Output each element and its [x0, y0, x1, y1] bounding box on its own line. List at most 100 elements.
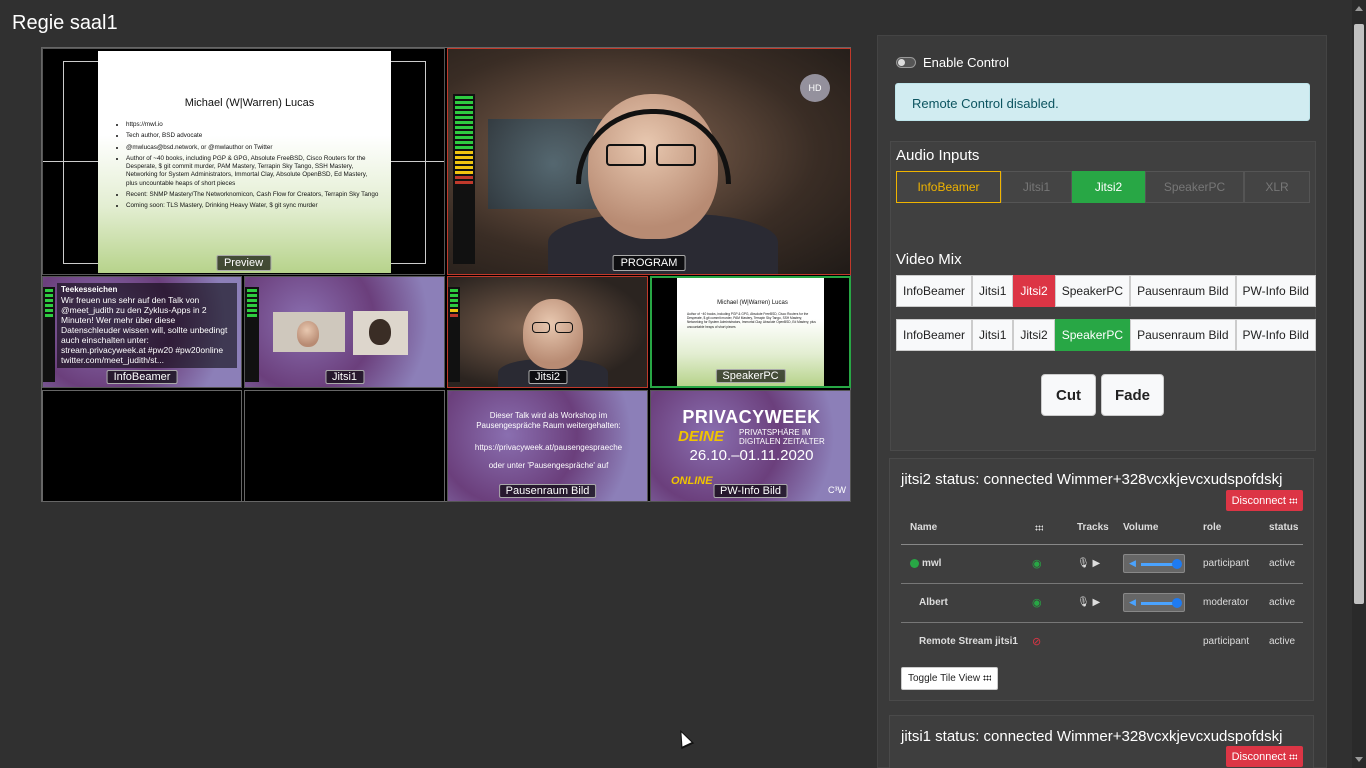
- source-label: Jitsi2: [527, 370, 568, 384]
- source-tile-infobeamer: Teekesseichen Wir freuen uns sehr auf de…: [42, 276, 242, 388]
- tracks-cell: [1068, 622, 1114, 661]
- eye-off-icon[interactable]: ⊘: [1032, 636, 1041, 648]
- tweet-author: Teekesseichen: [61, 285, 118, 294]
- audio-button-speakerpc[interactable]: SpeakerPC: [1145, 171, 1244, 203]
- disconnect-label: Disconnect: [1231, 494, 1286, 507]
- video-mix-program-row: InfoBeamer Jitsi1 Jitsi2 SpeakerPC Pause…: [896, 319, 1316, 351]
- video-button-jitsi1[interactable]: Jitsi1: [972, 275, 1014, 307]
- program-video: [448, 49, 850, 274]
- video-button-speakerpc[interactable]: SpeakerPC: [1054, 319, 1131, 351]
- video-mix-heading: Video Mix: [896, 251, 962, 268]
- source-label: SpeakerPC: [715, 369, 786, 383]
- source-label: InfoBeamer: [106, 370, 178, 384]
- video-button-speakerpc[interactable]: SpeakerPC: [1054, 275, 1131, 307]
- pausenraum-url: https://privacyweek.at/pausengespraeche: [474, 443, 623, 452]
- speakerpc-slide-text: Author of ~40 books, including PGP & GPG…: [687, 312, 816, 329]
- grid-icon: [983, 675, 992, 682]
- pw-info-online: ONLINE: [671, 475, 713, 487]
- multiview: Michael (W|Warren) Lucas https://mwl.io …: [41, 47, 851, 502]
- participants-table: Name Tracks Volume role status mwl ◉ 🎙 ▶…: [901, 512, 1303, 661]
- jitsi1-status-title: jitsi1 status: connected Wimmer+328vcxkj…: [901, 728, 1283, 745]
- participant-role: participant: [1194, 544, 1260, 584]
- video-button-jitsi1[interactable]: Jitsi1: [972, 319, 1014, 351]
- scroll-up-icon[interactable]: [1355, 6, 1363, 11]
- scroll-down-icon[interactable]: [1355, 757, 1363, 762]
- col-volume: Volume: [1114, 512, 1194, 545]
- fade-button[interactable]: Fade: [1101, 374, 1164, 416]
- pausenraum-text: Dieser Talk wird als Workshop im Pauseng…: [476, 411, 621, 430]
- enable-control-label: Enable Control: [923, 55, 1009, 70]
- audio-inputs-group: InfoBeamer Jitsi1 Jitsi2 SpeakerPC XLR: [896, 171, 1310, 203]
- table-row: Remote Stream jitsi1 ⊘ participant activ…: [901, 622, 1303, 661]
- video-button-jitsi2[interactable]: Jitsi2: [1013, 275, 1055, 307]
- online-dot: [910, 558, 919, 568]
- pw-info-subtitle-1: PRIVATSPHÄRE IM: [739, 428, 811, 437]
- participant-name: Remote Stream jitsi1: [919, 636, 1018, 648]
- grid-icon: [1035, 524, 1043, 531]
- enable-control-toggle[interactable]: [896, 57, 916, 68]
- microphone-muted-icon[interactable]: 🎙: [1077, 597, 1090, 608]
- audio-button-xlr[interactable]: XLR: [1244, 171, 1310, 203]
- video-button-pausenraum[interactable]: Pausenraum Bild: [1130, 275, 1236, 307]
- source-tile-jitsi1: Jitsi1: [244, 276, 445, 388]
- tracks-cell: 🎙 ▶: [1068, 583, 1114, 623]
- jitsi1-status-card: jitsi1 status: connected Wimmer+328vcxkj…: [889, 715, 1314, 768]
- volume-cell: ◀: [1114, 544, 1194, 584]
- source-label: PW-Info Bild: [713, 484, 788, 498]
- source-label: Jitsi1: [324, 370, 365, 384]
- camera-icon[interactable]: ▶: [1092, 597, 1100, 608]
- source-tile-pw-info: PRIVACYWEEK DEINE PRIVATSPHÄRE IM DIGITAL…: [650, 390, 851, 502]
- slide-bullet: Recent: SNMP Mastery/The Networknomicon,…: [126, 191, 379, 199]
- participant-status: active: [1260, 544, 1303, 584]
- jitsi2-status-title: jitsi2 status: connected Wimmer+328vcxkj…: [901, 471, 1283, 488]
- scrollbar-thumb[interactable]: [1354, 24, 1364, 604]
- video-button-pw-info[interactable]: PW-Info Bild: [1235, 275, 1316, 307]
- microphone-icon[interactable]: 🎙: [1077, 558, 1090, 569]
- jitsi2-status-card: jitsi2 status: connected Wimmer+328vcxkj…: [889, 458, 1314, 701]
- camera-icon[interactable]: ▶: [1092, 558, 1100, 569]
- video-button-pausenraum[interactable]: Pausenraum Bild: [1130, 319, 1236, 351]
- mix-section: Audio Inputs InfoBeamer Jitsi1 Jitsi2 Sp…: [890, 141, 1316, 451]
- source-tile-jitsi2: Jitsi2: [447, 276, 648, 388]
- audio-button-infobeamer[interactable]: InfoBeamer: [896, 171, 1001, 203]
- volume-slider[interactable]: ◀: [1123, 554, 1185, 573]
- mouse-cursor-icon: [673, 726, 695, 750]
- tracks-cell: 🎙 ▶: [1068, 544, 1114, 584]
- participant-name: Albert: [901, 583, 1023, 623]
- page-scrollbar[interactable]: [1352, 0, 1366, 768]
- eye-icon[interactable]: ◉: [1032, 597, 1042, 609]
- audio-button-jitsi2[interactable]: Jitsi2: [1072, 171, 1145, 203]
- volume-slider[interactable]: ◀: [1123, 593, 1185, 612]
- table-row: Albert ◉ 🎙 ▶ ◀ moderator active: [901, 583, 1303, 623]
- toggle-tile-view-label: Toggle Tile View: [908, 673, 981, 684]
- jitsi2-disconnect-button[interactable]: Disconnect: [1225, 490, 1303, 511]
- visibility-cell: ⊘: [1023, 622, 1068, 661]
- audio-button-jitsi1[interactable]: Jitsi1: [1001, 171, 1072, 203]
- source-label: Pausenraum Bild: [498, 484, 597, 498]
- visibility-cell: ◉: [1023, 583, 1068, 623]
- participant-name-text: mwl: [922, 558, 942, 569]
- participant-role: moderator: [1194, 583, 1260, 623]
- slide-title: Michael (W|Warren) Lucas: [184, 97, 315, 109]
- video-button-jitsi2[interactable]: Jitsi2: [1013, 319, 1055, 351]
- slide-bullets: https://mwl.io Tech author, BSD advocate…: [120, 121, 379, 211]
- audio-inputs-heading: Audio Inputs: [896, 147, 980, 164]
- speakerpc-slide-title: Michael (W|Warren) Lucas: [717, 300, 788, 306]
- remote-control-alert: Remote Control disabled.: [895, 83, 1310, 121]
- preview-label: Preview: [215, 255, 272, 271]
- toggle-tile-view-button[interactable]: Toggle Tile View: [901, 667, 999, 690]
- video-button-infobeamer[interactable]: InfoBeamer: [896, 319, 973, 351]
- slide-bullet: Tech author, BSD advocate: [126, 132, 379, 140]
- video-button-pw-info[interactable]: PW-Info Bild: [1235, 319, 1316, 351]
- video-mix-preview-row: InfoBeamer Jitsi1 Jitsi2 SpeakerPC Pause…: [896, 275, 1316, 307]
- video-button-infobeamer[interactable]: InfoBeamer: [896, 275, 973, 307]
- program-tile: HD PROGRAM: [447, 48, 851, 275]
- visibility-cell: ◉: [1023, 544, 1068, 584]
- preview-slide: Michael (W|Warren) Lucas https://mwl.io …: [98, 51, 391, 273]
- jitsi1-disconnect-button[interactable]: Disconnect: [1225, 746, 1303, 767]
- c3w-logo: C³W: [828, 485, 846, 495]
- pw-info-deine: DEINE: [678, 428, 724, 445]
- cut-button[interactable]: Cut: [1041, 374, 1096, 416]
- participant-role: participant: [1203, 636, 1250, 648]
- eye-icon[interactable]: ◉: [1032, 558, 1042, 570]
